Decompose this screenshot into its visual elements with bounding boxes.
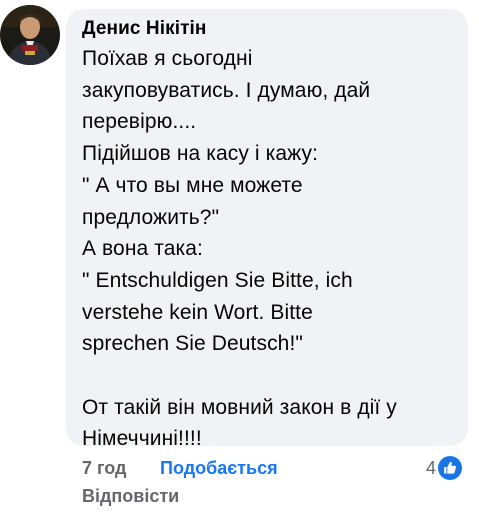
like-button[interactable]: Подобається [160, 458, 278, 479]
author-name[interactable]: Денис Нікітін [82, 18, 207, 40]
reply-button[interactable]: Відповісти [82, 486, 179, 507]
avatar[interactable] [0, 5, 60, 65]
comment-text: Поїхав я сьогодні закуповуватись. І дума… [82, 47, 397, 451]
like-icon [438, 456, 463, 480]
reaction-summary[interactable]: 4 [426, 456, 463, 480]
timestamp[interactable]: 7 год [82, 458, 126, 479]
comment-bubble: Денис Нікітін Поїхав я сьогодні закупову… [66, 9, 468, 450]
avatar-image [0, 5, 60, 65]
comment-actions: 7 год Подобається 4 Відповісти [82, 456, 472, 516]
reaction-count: 4 [426, 458, 437, 478]
